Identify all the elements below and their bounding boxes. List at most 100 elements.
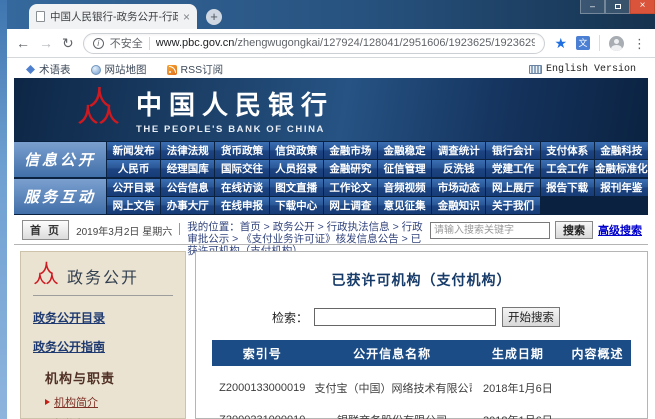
nav-item[interactable]: 下载中心 — [270, 197, 323, 214]
nav-item[interactable]: 人民币 — [107, 160, 160, 177]
sidebar-item-link[interactable]: 机构简介 — [54, 394, 98, 410]
nav-item[interactable]: 人员招录 — [270, 160, 323, 177]
bookmark-star-icon[interactable]: ★ — [554, 36, 567, 50]
search-button[interactable]: 搜索 — [555, 221, 593, 239]
nav-item[interactable]: 经理国库 — [161, 160, 214, 177]
nav-item[interactable]: 货币政策 — [215, 142, 268, 159]
start-search-button[interactable]: 开始搜索 — [502, 307, 560, 327]
nav-item[interactable]: 报告下载 — [541, 179, 594, 196]
sidebar: 人人人 政务公开 政务公开目录政务公开指南 机构与职责机构简介机构领导机构职责机… — [20, 251, 186, 419]
table-header-row: 索引号公开信息名称生成日期内容概述 — [212, 340, 631, 366]
nav-item[interactable]: 征信管理 — [378, 160, 431, 177]
browser-tab[interactable]: 中国人民银行-政务公开-行政执… × — [29, 4, 197, 29]
nav-item[interactable]: 金融标准化 — [595, 160, 648, 177]
minimize-button[interactable]: – — [580, 0, 605, 14]
nav-item[interactable]: 在线访谈 — [215, 179, 268, 196]
utility-link[interactable]: 术语表 — [26, 62, 71, 77]
breadcrumb-link[interactable]: 行政执法信息 — [327, 221, 390, 233]
nav-item[interactable]: 国际交往 — [215, 160, 268, 177]
nav-group-label[interactable]: 服务互动 — [14, 179, 106, 214]
nav-item[interactable]: 金融科技 — [595, 142, 648, 159]
address-bar[interactable]: i 不安全 www.pbc.gov.cn/zhengwugongkai/1279… — [83, 33, 546, 54]
breadcrumb-link[interactable]: 首页 — [240, 221, 261, 233]
search-input[interactable] — [430, 222, 550, 239]
advanced-search-link[interactable]: 高级搜索 — [598, 222, 642, 238]
breadcrumb-link[interactable]: 政务公开 — [273, 221, 315, 233]
table-cell: 2018年1月6日 — [472, 398, 564, 419]
site-search: 搜索 高级搜索 — [430, 220, 642, 239]
nav-item[interactable]: 音频视频 — [378, 179, 431, 196]
chrome-menu-icon[interactable]: ⋮ — [633, 37, 646, 50]
table-header-cell: 索引号 — [212, 340, 313, 366]
sidebar-top-link[interactable]: 政务公开目录 — [33, 309, 105, 326]
nav-items-grid: 新闻发布法律法规货币政策信贷政策金融市场金融稳定调查统计银行会计支付体系金融科技… — [107, 142, 648, 177]
close-button[interactable]: × — [630, 0, 655, 14]
nav-item[interactable]: 关于我们 — [486, 197, 539, 214]
nav-item[interactable]: 网上文告 — [107, 197, 160, 214]
table-header-cell: 内容概述 — [564, 340, 631, 366]
nav-item[interactable]: 金融知识 — [432, 197, 485, 214]
english-version-link[interactable]: English Version — [529, 64, 636, 75]
table-body: Z2000133000019支付宝（中国）网络技术有限公司2018年1月6日Z2… — [212, 366, 631, 419]
page-title: 已获许可机构（支付机构） — [206, 270, 637, 290]
utility-link[interactable]: 网站地图 — [91, 62, 147, 77]
nav-item[interactable]: 公告信息 — [161, 179, 214, 196]
new-tab-button[interactable]: + — [206, 9, 222, 25]
url-domain: www.pbc.gov.cn — [156, 37, 235, 49]
nav-group-2: 服务互动公开目录公告信息在线访谈图文直播工作论文音频视频市场动态网上展厅报告下载… — [14, 179, 648, 214]
browser-titlebar: 中国人民银行-政务公开-行政执… × + – × — [7, 0, 655, 29]
browser-toolbar: ← → ↻ i 不安全 www.pbc.gov.cn/zhengwugongka… — [7, 29, 655, 58]
sidebar-title: 政务公开 — [67, 264, 139, 288]
license-table: 索引号公开信息名称生成日期内容概述 Z2000133000019支付宝（中国）网… — [212, 340, 631, 419]
nav-group-label[interactable]: 信息公开 — [14, 142, 106, 177]
table-cell: Z2000133000019 — [212, 366, 313, 398]
site-utility-links: 术语表 网站地图 RSS订阅 — [26, 62, 223, 77]
nav-item[interactable]: 报刊年鉴 — [595, 179, 648, 196]
sidebar-top-link[interactable]: 政务公开指南 — [33, 338, 105, 355]
filter-label: 检索： — [272, 309, 308, 326]
nav-item[interactable]: 金融稳定 — [378, 142, 431, 159]
sidebar-header: 人人人 政务公开 — [33, 262, 173, 296]
nav-item[interactable]: 公开目录 — [107, 179, 160, 196]
main-nav: 信息公开新闻发布法律法规货币政策信贷政策金融市场金融稳定调查统计银行会计支付体系… — [14, 141, 648, 215]
reload-button[interactable]: ↻ — [62, 36, 74, 50]
filter-input[interactable] — [314, 308, 496, 326]
nav-item[interactable]: 网上调查 — [324, 197, 377, 214]
maximize-button[interactable] — [605, 0, 630, 14]
nav-item[interactable]: 网上展厅 — [486, 179, 539, 196]
nav-item[interactable]: 在线申报 — [215, 197, 268, 214]
nav-item[interactable]: 支付体系 — [541, 142, 594, 159]
home-button[interactable]: 首 页 — [22, 220, 69, 240]
nav-item[interactable]: 党建工作 — [486, 160, 539, 177]
table-row[interactable]: Z2000231000010银联商务股份有限公司2018年1月6日 — [212, 398, 631, 419]
nav-item[interactable]: 新闻发布 — [107, 142, 160, 159]
utility-link[interactable]: RSS订阅 — [167, 62, 224, 77]
nav-item[interactable]: 工作论文 — [324, 179, 377, 196]
sidebar-sections: 机构与职责机构简介机构领导机构职责机构设置法规政策法律法规 — [33, 368, 173, 419]
translate-icon[interactable]: 文 — [576, 36, 590, 50]
tab-close-icon[interactable]: × — [183, 11, 190, 23]
sidebar-item[interactable]: 机构简介 — [45, 394, 173, 410]
table-row[interactable]: Z2000133000019支付宝（中国）网络技术有限公司2018年1月6日 — [212, 366, 631, 398]
forward-button[interactable]: → — [39, 36, 53, 50]
nav-item[interactable]: 图文直播 — [270, 179, 323, 196]
nav-item[interactable]: 银行会计 — [486, 142, 539, 159]
window-edge — [0, 0, 7, 419]
nav-item[interactable]: 工会工作 — [541, 160, 594, 177]
table-cell — [564, 398, 631, 419]
screen: 中国人民银行-政务公开-行政执… × + – × ← → ↻ i 不安全 www… — [0, 0, 655, 419]
nav-item[interactable]: 信贷政策 — [270, 142, 323, 159]
nav-item[interactable]: 意见征集 — [378, 197, 431, 214]
nav-item[interactable]: 金融研究 — [324, 160, 377, 177]
nav-item[interactable]: 市场动态 — [432, 179, 485, 196]
breadcrumb-link[interactable]: 《支付业务许可证》核发信息公告 — [241, 233, 399, 245]
nav-group-1: 信息公开新闻发布法律法规货币政策信贷政策金融市场金融稳定调查统计银行会计支付体系… — [14, 142, 648, 177]
nav-item[interactable]: 办事大厅 — [161, 197, 214, 214]
profile-avatar-icon[interactable] — [609, 36, 624, 51]
back-button[interactable]: ← — [16, 36, 30, 50]
info-icon[interactable]: i — [93, 38, 104, 49]
nav-item[interactable]: 金融市场 — [324, 142, 377, 159]
nav-item[interactable]: 法律法规 — [161, 142, 214, 159]
nav-item[interactable]: 调查统计 — [432, 142, 485, 159]
nav-item[interactable]: 反洗钱 — [432, 160, 485, 177]
